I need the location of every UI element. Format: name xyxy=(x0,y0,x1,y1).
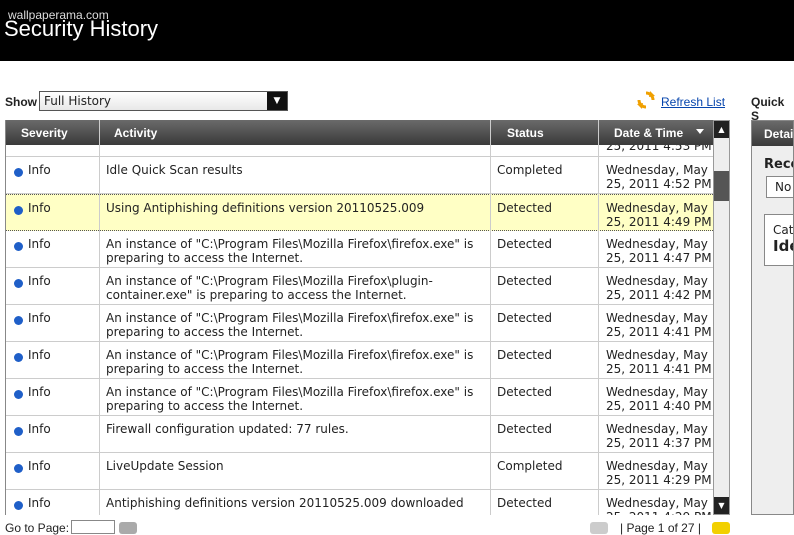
go-button[interactable] xyxy=(119,522,137,534)
refresh-icon[interactable] xyxy=(636,90,656,110)
show-label: Show xyxy=(5,95,37,109)
severity-cell: Info xyxy=(28,237,51,251)
category-value: Ide xyxy=(773,237,793,255)
date-cell: Wednesday, May 25, 2011 4:37 PM xyxy=(606,422,712,450)
info-dot-icon xyxy=(14,390,23,399)
severity-cell: Info xyxy=(28,496,51,510)
column-severity[interactable]: Severity xyxy=(21,126,68,140)
history-filter-select[interactable]: Full History ▼ xyxy=(39,91,288,111)
go-to-page-label: Go to Page: xyxy=(5,521,70,535)
date-cell: Wednesday, May 25, 2011 4:29 PM xyxy=(606,459,712,487)
table-row[interactable]: Info An instance of "C:\Program Files\Moz… xyxy=(6,231,713,268)
severity-cell: Info xyxy=(28,422,51,436)
category-label: Cat xyxy=(773,223,794,237)
info-dot-icon xyxy=(14,168,23,177)
record-value: No . xyxy=(766,176,793,198)
info-dot-icon xyxy=(14,206,23,215)
activity-cell: An instance of "C:\Program Files\Mozilla… xyxy=(106,311,474,339)
table-row[interactable]: Info Idle Quick Scan results Completed Wedn… xyxy=(6,157,713,194)
history-table: Severity Activity Status Date & Time 25,… xyxy=(5,120,713,515)
date-cell: Wednesday, May 25, 2011 4:49 PM xyxy=(606,201,712,229)
activity-cell: An instance of "C:\Program Files\Mozilla… xyxy=(106,385,474,413)
severity-cell: Info xyxy=(28,348,51,362)
chevron-down-icon[interactable]: ▼ xyxy=(267,92,287,110)
table-header: Severity Activity Status Date & Time xyxy=(6,120,713,145)
table-row[interactable]: Info Antiphishing definitions version 201… xyxy=(6,490,713,515)
column-divider xyxy=(490,120,491,515)
info-dot-icon xyxy=(14,279,23,288)
scroll-down-icon[interactable]: ▼ xyxy=(714,497,729,514)
activity-cell: Firewall configuration updated: 77 rules… xyxy=(106,422,349,436)
status-cell: Detected xyxy=(497,237,553,251)
status-cell: Detected xyxy=(497,201,553,215)
table-row[interactable]: Info An instance of "C:\Program Files\Moz… xyxy=(6,305,713,342)
severity-cell: Info xyxy=(28,459,51,473)
table-row[interactable]: Info An instance of "C:\Program Files\Moz… xyxy=(6,379,713,416)
info-dot-icon xyxy=(14,242,23,251)
date-cell: Wednesday, May 25, 2011 4:41 PM xyxy=(606,348,712,376)
scroll-up-icon[interactable]: ▲ xyxy=(714,121,729,138)
date-cell: Wednesday, May 25, 2011 4:52 PM xyxy=(606,163,712,191)
status-cell: Detected xyxy=(497,311,553,325)
next-page-button[interactable] xyxy=(712,522,730,534)
column-date[interactable]: Date & Time xyxy=(614,126,683,140)
severity-cell: Info xyxy=(28,274,51,288)
table-row[interactable]: Info An instance of "C:\Program Files\Moz… xyxy=(6,342,713,379)
status-cell: Completed xyxy=(497,163,563,177)
quick-search-label: Quick S xyxy=(751,95,785,123)
table-row-partial: 25, 2011 4:53 PM xyxy=(6,145,713,157)
activity-cell: An instance of "C:\Program Files\Mozilla… xyxy=(106,348,474,376)
scroll-thumb[interactable] xyxy=(714,171,729,201)
status-cell: Detected xyxy=(497,274,553,288)
header-bar: wallpaperama.com Security History xyxy=(0,0,794,61)
info-dot-icon xyxy=(14,501,23,510)
date-cell: Wednesday, May 25, 2011 4:42 PM xyxy=(606,274,712,302)
activity-cell: LiveUpdate Session xyxy=(106,459,224,473)
date-cell: Wednesday, May 25, 2011 4:29 PM xyxy=(606,496,712,515)
column-divider xyxy=(598,120,599,515)
column-activity[interactable]: Activity xyxy=(114,126,157,140)
table-row[interactable]: Info Using Antiphishing definitions versi… xyxy=(6,194,713,231)
details-header: Detai xyxy=(752,121,793,146)
severity-cell: Info xyxy=(28,385,51,399)
info-dot-icon xyxy=(14,427,23,436)
table-row[interactable]: Info LiveUpdate Session Completed Wednesday… xyxy=(6,453,713,490)
severity-cell: Info xyxy=(28,201,51,215)
status-cell: Detected xyxy=(497,496,553,510)
info-dot-icon xyxy=(14,464,23,473)
previous-page-button[interactable] xyxy=(590,522,608,534)
activity-cell: An instance of "C:\Program Files\Mozilla… xyxy=(106,237,474,265)
table-row[interactable]: Info Firewall configuration updated: 77 r… xyxy=(6,416,713,453)
category-box: Cat Ide xyxy=(764,214,794,266)
severity-cell: Info xyxy=(28,311,51,325)
table-row[interactable]: Info An instance of "C:\Program Files\Moz… xyxy=(6,268,713,305)
date-cell: Wednesday, May 25, 2011 4:40 PM xyxy=(606,385,712,413)
activity-cell: Idle Quick Scan results xyxy=(106,163,243,177)
page-indicator: | Page 1 of 27 | xyxy=(620,521,701,535)
record-label: Reco xyxy=(764,157,793,172)
status-cell: Detected xyxy=(497,348,553,362)
partial-date: 25, 2011 4:53 PM xyxy=(606,145,712,153)
column-divider xyxy=(99,120,100,515)
info-dot-icon xyxy=(14,353,23,362)
date-cell: Wednesday, May 25, 2011 4:41 PM xyxy=(606,311,712,339)
activity-cell: Using Antiphishing definitions version 2… xyxy=(106,201,425,215)
activity-cell: Antiphishing definitions version 2011052… xyxy=(106,496,464,510)
sort-descending-icon[interactable] xyxy=(696,129,704,134)
status-cell: Detected xyxy=(497,422,553,436)
table-scrollbar[interactable]: ▲ ▼ xyxy=(713,120,730,515)
status-cell: Completed xyxy=(497,459,563,473)
page-number-input[interactable] xyxy=(71,520,115,534)
severity-cell: Info xyxy=(28,163,51,177)
info-dot-icon xyxy=(14,316,23,325)
filter-value: Full History xyxy=(44,94,112,108)
details-panel: Detai Reco No . Cat Ide xyxy=(751,120,794,515)
date-cell: Wednesday, May 25, 2011 4:47 PM xyxy=(606,237,712,265)
page-title: Security History xyxy=(4,16,159,41)
status-cell: Detected xyxy=(497,385,553,399)
activity-cell: An instance of "C:\Program Files\Mozilla… xyxy=(106,274,433,302)
refresh-list-link[interactable]: Refresh List xyxy=(661,95,725,109)
column-status[interactable]: Status xyxy=(507,126,544,140)
